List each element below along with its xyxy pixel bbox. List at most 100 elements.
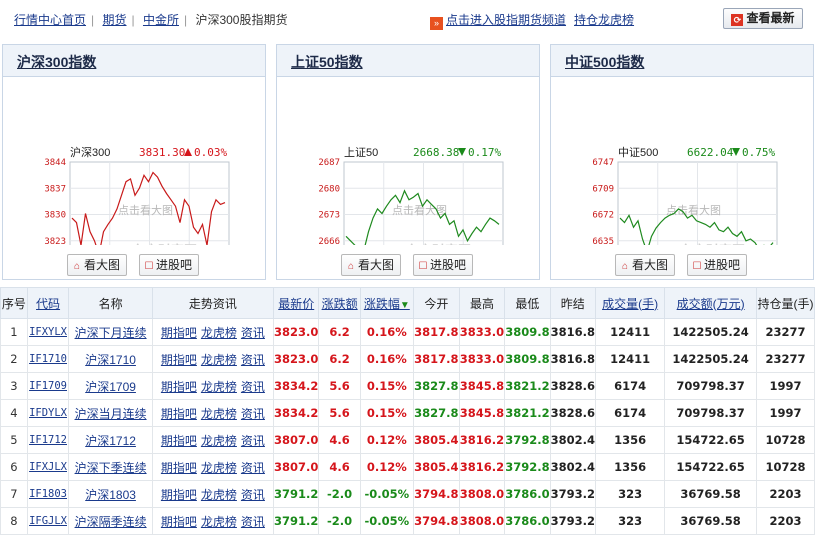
ranking-link[interactable]: 龙虎榜 (201, 434, 237, 448)
index-chart[interactable]: 上证502668.380.17%26872680267326662659东方财富… (277, 95, 541, 245)
open-interest: 2203 (756, 507, 815, 535)
index-price: 6622.04 (687, 146, 734, 159)
news-link[interactable]: 资讯 (241, 407, 265, 421)
price-change: 4.6 (318, 426, 361, 454)
stock-bar-button[interactable]: ☐ 进股吧 (139, 254, 200, 276)
contract-code-link[interactable]: IF1709 (29, 380, 67, 392)
news-link[interactable]: 资讯 (241, 434, 265, 448)
table-row: 8 IFGJLX 沪深隔季连续 期指吧 龙虎榜 资讯 3791.2 -2.0 -0.05% 379… (0, 507, 815, 535)
futures-bar-link[interactable]: 期指吧 (161, 434, 197, 448)
table-row: 2 IF1710 沪深1710 期指吧 龙虎榜 资讯 3823.0 6.2 0.16% 3817.… (0, 345, 815, 373)
ranking-link[interactable]: 龙虎榜 (201, 326, 237, 340)
price-change-pct: -0.05% (359, 480, 414, 508)
y-tick-label: 6635 (592, 237, 614, 245)
col-change[interactable]: 涨跌额 (318, 287, 361, 319)
price-change-pct: 0.12% (359, 426, 414, 454)
contract-name-link[interactable]: 沪深当月连续 (75, 407, 147, 421)
col-prev-settle: 昨结 (549, 287, 596, 319)
prev-settle: 3816.8 (549, 318, 596, 346)
home-icon: ⌂ (73, 261, 81, 272)
breadcrumb-home[interactable]: 行情中心首页 (14, 13, 86, 27)
index-chart[interactable]: 中证5006622.040.75%67476709667266356598东方财… (551, 95, 815, 245)
news-link[interactable]: 资讯 (241, 515, 265, 529)
futures-bar-link[interactable]: 期指吧 (161, 515, 197, 529)
position-rank-link[interactable]: 持仓龙虎榜 (574, 13, 634, 27)
col-volume[interactable]: 成交量(手) (594, 287, 666, 319)
contract-name-link[interactable]: 沪深下月连续 (75, 326, 147, 340)
ranking-link[interactable]: 龙虎榜 (201, 461, 237, 475)
chat-icon: ☐ (692, 261, 702, 272)
panel-sz50: 上证50指数 上证502668.380.17%26872680267326662… (276, 44, 540, 280)
chart-name: 上证50 (344, 146, 378, 159)
breadcrumb-cffex[interactable]: 中金所 (143, 13, 179, 27)
index-chart[interactable]: 沪深3003831.300.03%38443837383038233816东方财… (3, 95, 267, 245)
view-chart-button[interactable]: ⌂ 看大图 (67, 254, 128, 276)
col-change-pct[interactable]: 涨跌幅▼ (359, 287, 414, 319)
y-tick-label: 2687 (318, 158, 340, 168)
click-to-enlarge-overlay[interactable]: 点击看大图 (666, 203, 721, 217)
view-chart-button[interactable]: ⌂ 看大图 (615, 254, 676, 276)
contract-code-link[interactable]: IFXJLX (29, 461, 67, 473)
news-link[interactable]: 资讯 (241, 488, 265, 502)
futures-bar-link[interactable]: 期指吧 (161, 488, 197, 502)
contract-name-link[interactable]: 沪深1710 (85, 353, 136, 367)
news-link[interactable]: 资讯 (241, 326, 265, 340)
col-open: 今开 (412, 287, 460, 319)
futures-bar-link[interactable]: 期指吧 (161, 326, 197, 340)
volume: 323 (594, 480, 666, 508)
turnover: 709798.37 (664, 372, 758, 400)
ranking-link[interactable]: 龙虎榜 (201, 407, 237, 421)
view-chart-button[interactable]: ⌂ 看大图 (341, 254, 402, 276)
contract-name-link[interactable]: 沪深隔季连续 (75, 515, 147, 529)
news-link[interactable]: 资讯 (241, 353, 265, 367)
contract-name-link[interactable]: 沪深1803 (85, 488, 136, 502)
futures-bar-link[interactable]: 期指吧 (161, 407, 197, 421)
stock-bar-button[interactable]: ☐ 进股吧 (413, 254, 474, 276)
row-index: 2 (0, 345, 28, 373)
ranking-link[interactable]: 龙虎榜 (201, 515, 237, 529)
contract-name-link[interactable]: 沪深下季连续 (75, 461, 147, 475)
contract-code-link[interactable]: IF1712 (29, 434, 67, 446)
panel-title[interactable]: 沪深300指数 (17, 54, 96, 70)
futures-bar-link[interactable]: 期指吧 (161, 353, 197, 367)
home-icon: ⌂ (621, 261, 629, 272)
index-change-pct: 0.75% (742, 146, 775, 159)
click-to-enlarge-overlay[interactable]: 点击看大图 (118, 203, 173, 217)
open-interest: 23277 (756, 318, 815, 346)
col-turnover[interactable]: 成交额(万元) (664, 287, 758, 319)
table-row: 7 IF1803 沪深1803 期指吧 龙虎榜 资讯 3791.2 -2.0 -0.05% 379… (0, 480, 815, 508)
refresh-button[interactable]: ⟳ 查看最新 (723, 8, 803, 29)
stock-bar-button[interactable]: ☐ 进股吧 (687, 254, 748, 276)
news-link[interactable]: 资讯 (241, 461, 265, 475)
contract-name-link[interactable]: 沪深1709 (85, 380, 136, 394)
price-change-pct: 0.15% (359, 399, 414, 427)
col-last-price[interactable]: 最新价 (273, 287, 320, 319)
futures-bar-link[interactable]: 期指吧 (161, 461, 197, 475)
ranking-link[interactable]: 龙虎榜 (201, 380, 237, 394)
contract-code-link[interactable]: IF1803 (29, 488, 67, 500)
contract-code-link[interactable]: IF1710 (29, 353, 67, 365)
y-tick-label: 2680 (318, 184, 340, 194)
contract-code-link[interactable]: IFDYLX (29, 407, 67, 419)
breadcrumb-futures[interactable]: 期货 (102, 13, 126, 27)
futures-bar-link[interactable]: 期指吧 (161, 380, 197, 394)
turnover: 36769.58 (664, 507, 758, 535)
panel-title[interactable]: 中证500指数 (565, 54, 644, 70)
contract-code-link[interactable]: IFXYLX (29, 326, 67, 338)
col-code[interactable]: 代码 (26, 287, 70, 319)
open-price: 3805.4 (412, 453, 460, 481)
panel-title[interactable]: 上证50指数 (291, 54, 363, 70)
double-arrow-icon: » (430, 17, 443, 30)
last-price: 3823.0 (273, 318, 320, 346)
ranking-link[interactable]: 龙虎榜 (201, 488, 237, 502)
contract-code-link[interactable]: IFGJLX (29, 515, 67, 527)
futures-channel-link[interactable]: 点击进入股指期货频道 (446, 13, 566, 27)
contract-name-link[interactable]: 沪深1712 (85, 434, 136, 448)
news-link[interactable]: 资讯 (241, 380, 265, 394)
high-price: 3816.2 (458, 453, 506, 481)
table-row: 3 IF1709 沪深1709 期指吧 龙虎榜 资讯 3834.2 5.6 0.15% 3827.… (0, 372, 815, 400)
home-icon: ⌂ (347, 261, 355, 272)
sort-down-icon: ▼ (399, 299, 410, 311)
ranking-link[interactable]: 龙虎榜 (201, 353, 237, 367)
turnover: 154722.65 (664, 426, 758, 454)
